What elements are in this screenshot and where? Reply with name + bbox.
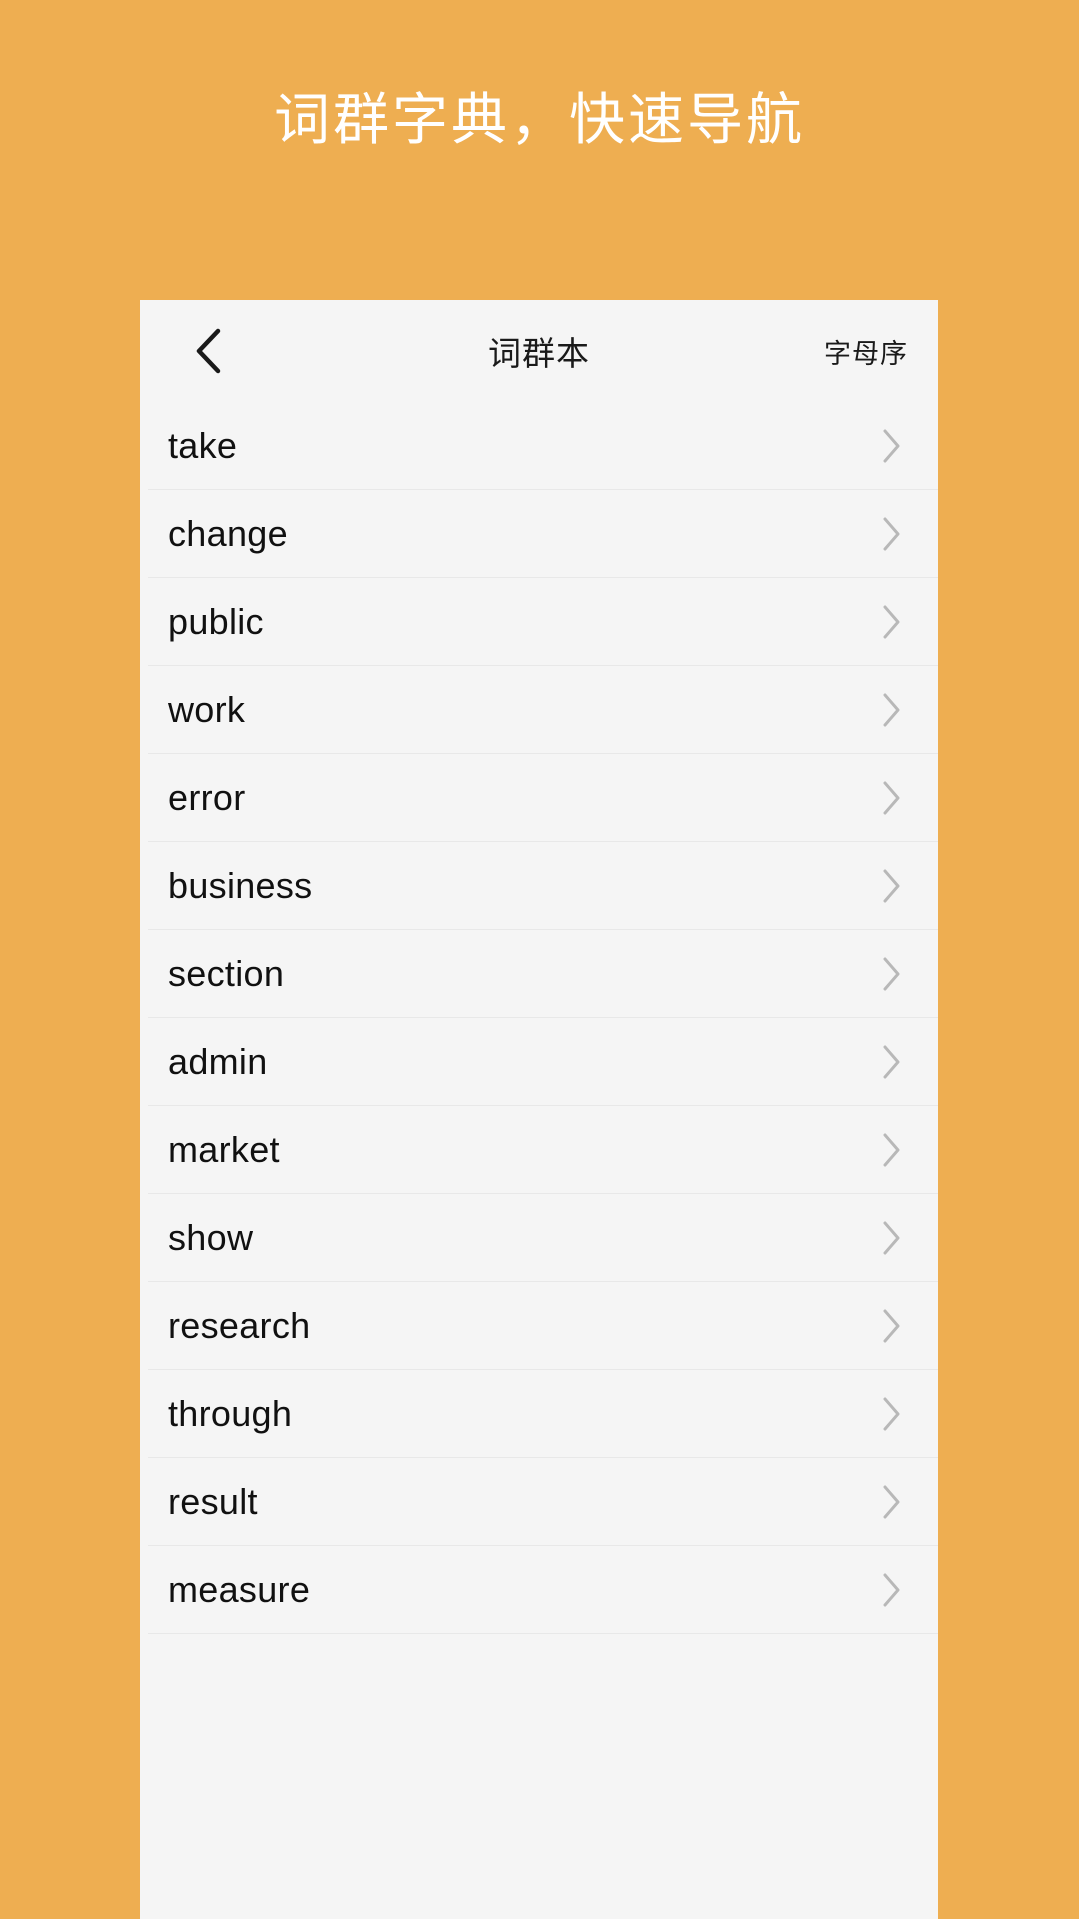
chevron-right-icon xyxy=(882,956,902,992)
sort-order-button[interactable]: 字母序 xyxy=(824,332,908,371)
word-label: public xyxy=(168,601,264,642)
chevron-right-icon xyxy=(882,1308,902,1344)
chevron-right-icon xyxy=(882,1132,902,1168)
chevron-right-icon xyxy=(882,868,902,904)
list-item[interactable]: take xyxy=(140,402,938,490)
word-label: admin xyxy=(168,1041,268,1082)
page-title: 词群本 xyxy=(488,335,590,372)
word-label: work xyxy=(168,689,246,730)
phone-screen-card: 词群本 字母序 take change public work error busines… xyxy=(140,300,938,1919)
navigation-bar: 词群本 字母序 xyxy=(140,300,938,402)
word-label: error xyxy=(168,777,246,818)
list-item[interactable]: work xyxy=(140,666,938,754)
chevron-right-icon xyxy=(882,516,902,552)
list-item[interactable]: change xyxy=(140,490,938,578)
chevron-right-icon xyxy=(882,1220,902,1256)
word-label: business xyxy=(168,865,313,906)
word-label: research xyxy=(168,1305,311,1346)
list-item[interactable]: show xyxy=(140,1194,938,1282)
list-item[interactable]: public xyxy=(140,578,938,666)
chevron-right-icon xyxy=(882,1572,902,1608)
word-label: market xyxy=(168,1129,280,1170)
list-item[interactable]: research xyxy=(140,1282,938,1370)
word-label: change xyxy=(168,513,288,554)
list-item[interactable]: result xyxy=(140,1458,938,1546)
chevron-right-icon xyxy=(882,780,902,816)
chevron-right-icon xyxy=(882,692,902,728)
chevron-right-icon xyxy=(882,1484,902,1520)
list-item[interactable]: through xyxy=(140,1370,938,1458)
word-label: section xyxy=(168,953,285,994)
list-item[interactable]: measure xyxy=(140,1546,938,1634)
chevron-right-icon xyxy=(882,604,902,640)
list-item[interactable]: error xyxy=(140,754,938,842)
word-label: through xyxy=(168,1393,293,1434)
chevron-right-icon xyxy=(882,1396,902,1432)
word-group-list: take change public work error business section… xyxy=(140,402,938,1634)
list-item[interactable]: business xyxy=(140,842,938,930)
chevron-right-icon xyxy=(882,428,902,464)
word-label: show xyxy=(168,1217,254,1258)
chevron-right-icon xyxy=(882,1044,902,1080)
list-item[interactable]: admin xyxy=(140,1018,938,1106)
word-label: take xyxy=(168,425,238,466)
promo-headline: 词群字典，快速导航 xyxy=(274,88,805,151)
word-label: measure xyxy=(168,1569,311,1610)
list-item[interactable]: market xyxy=(140,1106,938,1194)
word-label: result xyxy=(168,1481,258,1522)
list-item[interactable]: section xyxy=(140,930,938,1018)
